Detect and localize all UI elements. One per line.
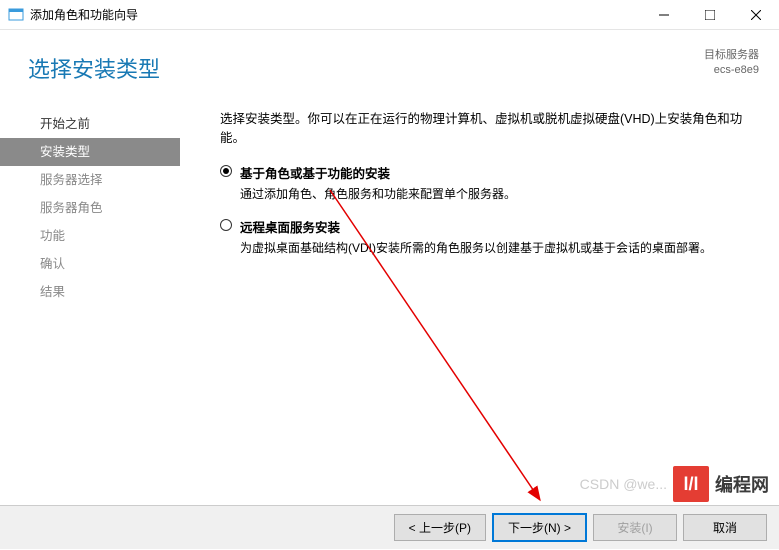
- watermark-brand: 编程网: [715, 471, 769, 497]
- radio-label: 远程桌面服务安装: [240, 217, 340, 236]
- content: 选择安装类型。你可以在正在运行的物理计算机、虚拟机或脱机虚拟硬盘(VHD)上安装…: [180, 100, 779, 505]
- sidebar-item-confirmation: 确认: [0, 250, 180, 278]
- radio-label: 基于角色或基于功能的安装: [240, 163, 390, 182]
- maximize-button[interactable]: [687, 0, 733, 30]
- target-value: ecs-e8e9: [704, 63, 759, 78]
- window-title: 添加角色和功能向导: [30, 6, 641, 23]
- radio-option-role-based[interactable]: 基于角色或基于功能的安装 通过添加角色、角色服务和功能来配置单个服务器。: [220, 163, 749, 203]
- minimize-button[interactable]: [641, 0, 687, 30]
- radio-option-remote-desktop[interactable]: 远程桌面服务安装 为虚拟桌面基础结构(VDI)安装所需的角色服务以创建基于虚拟机…: [220, 217, 749, 257]
- next-button[interactable]: 下一步(N) >: [492, 513, 587, 542]
- page-title: 选择安装类型: [28, 52, 759, 84]
- sidebar-item-install-type[interactable]: 安装类型: [0, 138, 180, 166]
- cancel-button[interactable]: 取消: [683, 514, 767, 541]
- sidebar-item-before-begin[interactable]: 开始之前: [0, 110, 180, 138]
- sidebar-item-features: 功能: [0, 222, 180, 250]
- radio-description: 通过添加角色、角色服务和功能来配置单个服务器。: [240, 185, 749, 203]
- watermark-logo-icon: l/l: [673, 466, 709, 502]
- header: 选择安装类型 目标服务器 ecs-e8e9: [0, 30, 779, 100]
- window-controls: [641, 0, 779, 29]
- watermark: CSDN @we... l/l 编程网: [580, 466, 769, 502]
- sidebar-item-results: 结果: [0, 278, 180, 306]
- footer: < 上一步(P) 下一步(N) > 安装(I) 取消: [0, 505, 779, 549]
- watermark-csdn: CSDN @we...: [580, 476, 667, 492]
- target-server-info: 目标服务器 ecs-e8e9: [704, 48, 759, 79]
- close-button[interactable]: [733, 0, 779, 30]
- sidebar-item-server-roles: 服务器角色: [0, 194, 180, 222]
- install-button: 安装(I): [593, 514, 677, 541]
- app-icon: [8, 7, 24, 23]
- body: 开始之前 安装类型 服务器选择 服务器角色 功能 确认 结果 选择安装类型。你可…: [0, 100, 779, 505]
- previous-button[interactable]: < 上一步(P): [394, 514, 486, 541]
- radio-icon[interactable]: [220, 165, 232, 177]
- radio-description: 为虚拟桌面基础结构(VDI)安装所需的角色服务以创建基于虚拟机或基于会话的桌面部…: [240, 239, 749, 257]
- sidebar-item-server-selection: 服务器选择: [0, 166, 180, 194]
- instruction-text: 选择安装类型。你可以在正在运行的物理计算机、虚拟机或脱机虚拟硬盘(VHD)上安装…: [220, 110, 749, 148]
- radio-icon[interactable]: [220, 219, 232, 231]
- titlebar: 添加角色和功能向导: [0, 0, 779, 30]
- target-label: 目标服务器: [704, 48, 759, 63]
- sidebar: 开始之前 安装类型 服务器选择 服务器角色 功能 确认 结果: [0, 100, 180, 505]
